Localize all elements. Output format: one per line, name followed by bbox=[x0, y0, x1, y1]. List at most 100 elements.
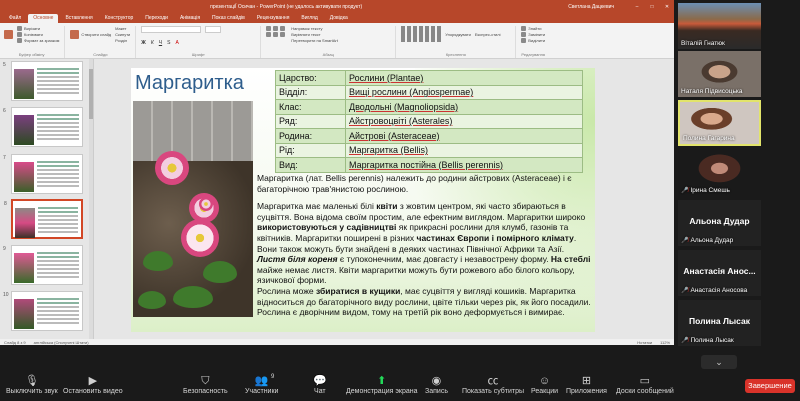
stop-video-button[interactable]: ▶ Остановить видео bbox=[63, 375, 123, 395]
apps-button[interactable]: ⊞ Приложения bbox=[566, 375, 607, 395]
find-button[interactable]: Знайти bbox=[521, 26, 545, 31]
strike-icon[interactable]: S bbox=[167, 40, 170, 46]
maximize-icon[interactable]: □ bbox=[649, 4, 655, 10]
slide-thumbnail[interactable]: 7 bbox=[3, 154, 83, 194]
paste-button[interactable] bbox=[4, 30, 13, 39]
record-button[interactable]: ◉ Запись bbox=[425, 375, 448, 395]
table-cell-key: Царство: bbox=[275, 70, 346, 86]
reactions-button[interactable]: ☺ Реакции bbox=[531, 375, 558, 395]
classification-table[interactable]: Царство: Рослини (Plantae) Відділ: Вищі ро… bbox=[275, 70, 583, 173]
tab-home[interactable]: Основне bbox=[28, 14, 59, 23]
close-icon[interactable]: ✕ bbox=[664, 4, 670, 10]
replace-button[interactable]: Замінити bbox=[521, 32, 545, 37]
font-size-box[interactable] bbox=[205, 26, 222, 33]
mute-label: Выключить звук bbox=[6, 388, 58, 395]
participant-tile[interactable]: 🎤̸ Ірина Смешь bbox=[678, 150, 761, 196]
participant-tile[interactable]: Анастасія Анос... 🎤̸ Анастасія Аносова bbox=[678, 250, 761, 296]
participant-tile[interactable]: Наталя Підвисоцька bbox=[678, 51, 761, 97]
daisy-photo[interactable] bbox=[133, 101, 253, 317]
record-icon: ◉ bbox=[431, 375, 442, 387]
participant-tile[interactable]: Полина Лысак 🎤̸ Полина Лысак bbox=[678, 300, 761, 346]
arrange-button[interactable]: Упорядкувати bbox=[445, 32, 471, 37]
table-cell-value: Маргаритка постійна (Bellis perennis) bbox=[345, 157, 583, 173]
end-meeting-button[interactable]: Завершение bbox=[745, 379, 795, 393]
select-button[interactable]: Виділити bbox=[521, 38, 545, 43]
participant-tile[interactable]: Віталій Гнатюк bbox=[678, 3, 761, 49]
tab-review[interactable]: Рецензування bbox=[252, 14, 295, 23]
tab-help[interactable]: Довідка bbox=[325, 14, 353, 23]
scroll-participants-down-button[interactable]: ⌄ bbox=[701, 355, 737, 369]
tab-view[interactable]: Вигляд bbox=[296, 14, 322, 23]
quick-styles-button[interactable]: Експрес-стилі bbox=[475, 32, 501, 37]
replace-label: Замінити bbox=[528, 32, 546, 37]
slide[interactable]: Маргаритка Царство: Рослини (Plantae) Ві… bbox=[131, 68, 595, 332]
new-slide-button[interactable]: Створити слайд bbox=[70, 30, 111, 39]
participant-tile-active-speaker[interactable]: Полина Гагарина bbox=[678, 100, 761, 146]
share-screen-button[interactable]: ⬆ Демонстрация экрана bbox=[346, 375, 418, 395]
cut-button[interactable]: Вирізати bbox=[17, 26, 59, 31]
tab-design[interactable]: Конструктор bbox=[100, 14, 139, 23]
table-cell-value: Айстрові (Asteraceae) bbox=[345, 128, 583, 144]
text-run-bold: Листя біля кореня bbox=[257, 254, 338, 265]
table-cell-key: Вид: bbox=[275, 157, 346, 173]
smartart-button[interactable]: Перетворити на SmartArt bbox=[291, 38, 338, 43]
format-painter-button[interactable]: Формат за зразком bbox=[17, 38, 59, 43]
tab-file[interactable]: Файл bbox=[4, 14, 26, 23]
shield-icon: ⛉ bbox=[201, 375, 210, 387]
mute-button[interactable]: 🎙 Выключить звук bbox=[6, 375, 58, 395]
bullets-icon[interactable] bbox=[266, 26, 286, 31]
ppt-user-name[interactable]: Светлана Дацкевич bbox=[568, 4, 614, 10]
scrollbar-thumb[interactable] bbox=[89, 69, 93, 119]
tab-insert[interactable]: Вставлення bbox=[60, 14, 97, 23]
reset-button[interactable]: Скинути bbox=[115, 32, 130, 37]
thumbnails-scrollbar[interactable] bbox=[89, 59, 93, 339]
participant-name: Віталій Гнатюк bbox=[681, 40, 725, 47]
security-button[interactable]: ⛉ Безопасность bbox=[183, 375, 228, 395]
font-name-box[interactable] bbox=[141, 26, 202, 33]
numbered-list-icon bbox=[273, 26, 279, 31]
font-color-icon[interactable]: A bbox=[175, 40, 178, 46]
slide-body-text[interactable]: Маргаритка (лат. Bellis perennis) належи… bbox=[257, 173, 591, 325]
chat-button[interactable]: 💬 Чат bbox=[313, 375, 327, 395]
reactions-label: Реакции bbox=[531, 388, 559, 395]
align-icons[interactable] bbox=[266, 32, 286, 37]
section-button[interactable]: Розділ bbox=[115, 38, 130, 43]
minimize-icon[interactable]: – bbox=[634, 4, 640, 10]
italic-icon[interactable]: К bbox=[151, 40, 154, 46]
text-direction-button[interactable]: Напрямок тексту bbox=[291, 26, 338, 31]
bold-icon[interactable]: Ж bbox=[141, 40, 146, 46]
whiteboards-button[interactable]: ▭ Доски сообщений bbox=[616, 375, 674, 395]
participant-tile[interactable]: Альона Дудар 🎤̸ Альона Дудар bbox=[678, 200, 761, 246]
record-label: Запись bbox=[425, 388, 448, 395]
layout-button[interactable]: Макет bbox=[115, 26, 130, 31]
align-text-button[interactable]: Вирівняти текст bbox=[291, 32, 338, 37]
language-indicator[interactable]: англійська (Сполучені Штати) bbox=[34, 340, 89, 345]
participant-display-name: Альона Дудар bbox=[689, 216, 750, 226]
slide-thumbnail-selected[interactable]: 8 bbox=[4, 199, 83, 239]
shapes-gallery[interactable] bbox=[401, 26, 442, 42]
tab-animations[interactable]: Анімація bbox=[175, 14, 205, 23]
zoom-level[interactable]: 112% bbox=[660, 340, 670, 345]
notes-button[interactable]: Нотатки bbox=[637, 340, 652, 345]
scissors-icon bbox=[17, 26, 22, 31]
underline-icon[interactable]: Ч bbox=[159, 40, 162, 46]
search-icon bbox=[521, 26, 527, 31]
ppt-workspace: 5 6 7 8 9 10 Маргаритка Царство: Рослини… bbox=[0, 59, 674, 339]
mic-muted-icon: 🎤̸ bbox=[681, 288, 689, 294]
clipboard-group: Вирізати Копіювати Формат за зразком Буф… bbox=[4, 26, 66, 58]
copy-button[interactable]: Копіювати bbox=[17, 32, 59, 37]
slide-thumbnail[interactable]: 6 bbox=[3, 107, 83, 147]
text-run: Рослина може bbox=[257, 285, 317, 296]
tab-slideshow[interactable]: Показ слайдів bbox=[207, 14, 250, 23]
slide-thumbnail[interactable]: 5 bbox=[3, 61, 83, 101]
captions-button[interactable]: ㏄ Показать субтитры bbox=[462, 375, 524, 395]
paragraph-group-label: Абзац bbox=[322, 52, 334, 57]
ppt-titlebar: презентаціЇ Осичан - PowerPoint (не удал… bbox=[0, 0, 674, 13]
chevron-down-icon: ⌄ bbox=[715, 357, 723, 367]
table-cell-value: Дводольні (Magnoliopsida) bbox=[345, 99, 583, 115]
slide-title[interactable]: Маргаритка bbox=[135, 72, 244, 95]
slide-thumbnail[interactable]: 10 bbox=[3, 291, 83, 331]
tab-transitions[interactable]: Переходи bbox=[140, 14, 173, 23]
slide-thumbnail[interactable]: 9 bbox=[3, 245, 83, 285]
participants-button[interactable]: 👥 9 Участники bbox=[245, 374, 278, 395]
